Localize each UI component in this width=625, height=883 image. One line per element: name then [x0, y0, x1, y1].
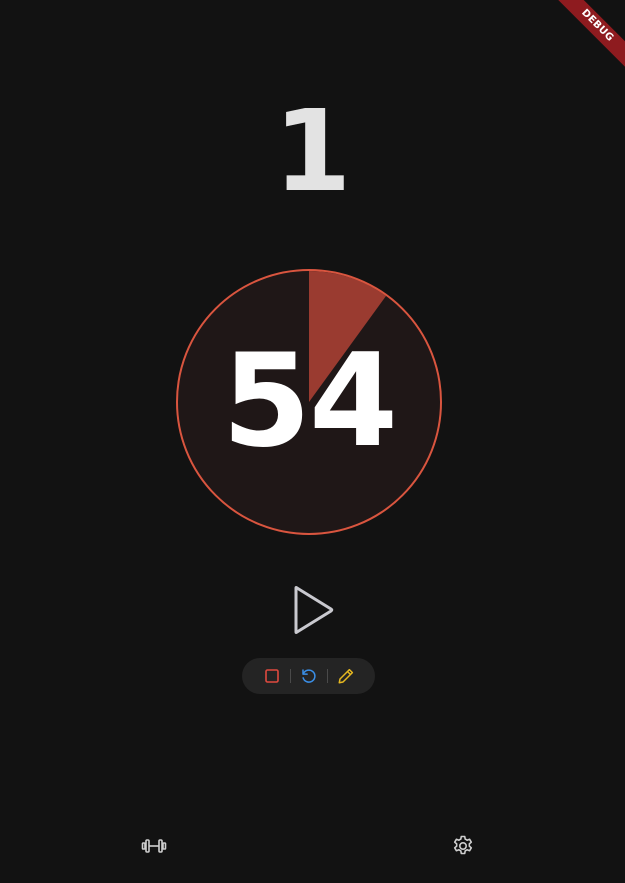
stop-icon: [264, 669, 279, 683]
workouts-nav-button[interactable]: [141, 833, 167, 859]
edit-icon: [338, 668, 353, 684]
reset-icon: [301, 669, 316, 683]
debug-banner-label: DEBUG: [553, 0, 625, 70]
bottom-navigation: [0, 825, 625, 865]
timer-screen: DEBUG 1 54: [0, 0, 625, 883]
play-icon: [294, 586, 334, 634]
controls-divider: [326, 669, 328, 683]
dumbbell-icon: [141, 839, 167, 853]
reset-button[interactable]: [296, 663, 322, 689]
timer-controls: [242, 658, 375, 694]
gear-icon: [453, 835, 473, 855]
controls-divider: [289, 669, 291, 683]
timer-seconds: 54: [221, 327, 398, 476]
play-button[interactable]: [283, 580, 343, 640]
round-counter: 1: [273, 87, 352, 217]
countdown-timer: 54: [176, 269, 442, 535]
settings-nav-button[interactable]: [450, 833, 476, 859]
edit-button[interactable]: [333, 663, 359, 689]
debug-banner: DEBUG: [545, 0, 625, 80]
stop-button[interactable]: [259, 663, 285, 689]
